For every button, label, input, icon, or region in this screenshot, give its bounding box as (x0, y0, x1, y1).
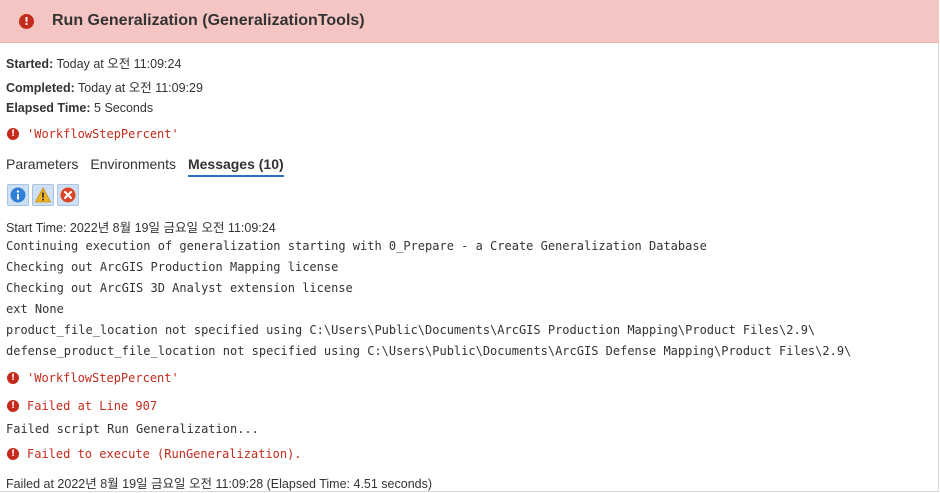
message-line: Failed script Run Generalization... (6, 422, 259, 436)
message-end-time: Failed at 2022년 8월 19일 금요일 오전 11:09:28 (… (6, 477, 433, 491)
summary-error-text: 'WorkflowStepPercent' (27, 127, 179, 141)
error-icon: ! (7, 400, 19, 412)
error-status-icon: ! (19, 13, 34, 29)
tool-header: ! Run Generalization (GeneralizationTool… (0, 0, 939, 43)
error-message-text: 'WorkflowStepPercent' (27, 371, 179, 385)
message-filter-toolbar (7, 184, 82, 206)
elapsed-value: 5 Seconds (94, 101, 154, 115)
error-message-row: ! Failed to execute (RunGeneralization). (7, 447, 302, 461)
error-message-text: Failed at Line 907 (27, 399, 158, 413)
message-line: product_file_location not specified usin… (6, 323, 816, 337)
elapsed-label: Elapsed Time: (6, 101, 91, 115)
message-line: defense_product_file_location not specif… (6, 344, 852, 358)
message-line: ext None (6, 302, 64, 316)
summary-error-row: ! 'WorkflowStepPercent' (7, 127, 179, 141)
elapsed-row: Elapsed Time: 5 Seconds (6, 101, 153, 115)
message-line: Checking out ArcGIS Production Mapping l… (6, 260, 339, 274)
tab-parameters[interactable]: Parameters (6, 156, 78, 177)
info-icon (10, 187, 26, 203)
message-start-time: Start Time: 2022년 8월 19일 금요일 오전 11:09:24 (6, 221, 276, 235)
error-message-text: Failed to execute (RunGeneralization). (27, 447, 302, 461)
tab-messages[interactable]: Messages (10) (187, 156, 284, 177)
started-value: Today at 오전 11:09:24 (56, 57, 182, 71)
detail-tabs: Parameters Environments Messages (10) (6, 156, 296, 177)
error-message-row: ! Failed at Line 907 (7, 399, 157, 413)
error-icon: ! (7, 448, 19, 460)
error-icon: ! (7, 372, 19, 384)
error-icon: ! (7, 128, 19, 140)
completed-value: Today at 오전 11:09:29 (78, 81, 203, 95)
started-label: Started: (6, 57, 54, 71)
error-message-row: ! 'WorkflowStepPercent' (7, 371, 179, 385)
error-icon (60, 187, 76, 203)
completed-row: Completed: Today at 오전 11:09:29 (6, 77, 203, 96)
completed-label: Completed: (6, 81, 75, 95)
warning-filter-button[interactable] (32, 184, 54, 206)
tool-title: Run Generalization (GeneralizationTools) (52, 12, 365, 29)
message-line: Checking out ArcGIS 3D Analyst extension… (6, 281, 353, 295)
warning-icon (35, 187, 51, 203)
tab-environments[interactable]: Environments (90, 156, 176, 177)
error-filter-button[interactable] (57, 184, 79, 206)
started-row: Started: Today at 오전 11:09:24 (6, 53, 181, 72)
message-line: Continuing execution of generalization s… (6, 239, 707, 253)
info-filter-button[interactable] (7, 184, 29, 206)
